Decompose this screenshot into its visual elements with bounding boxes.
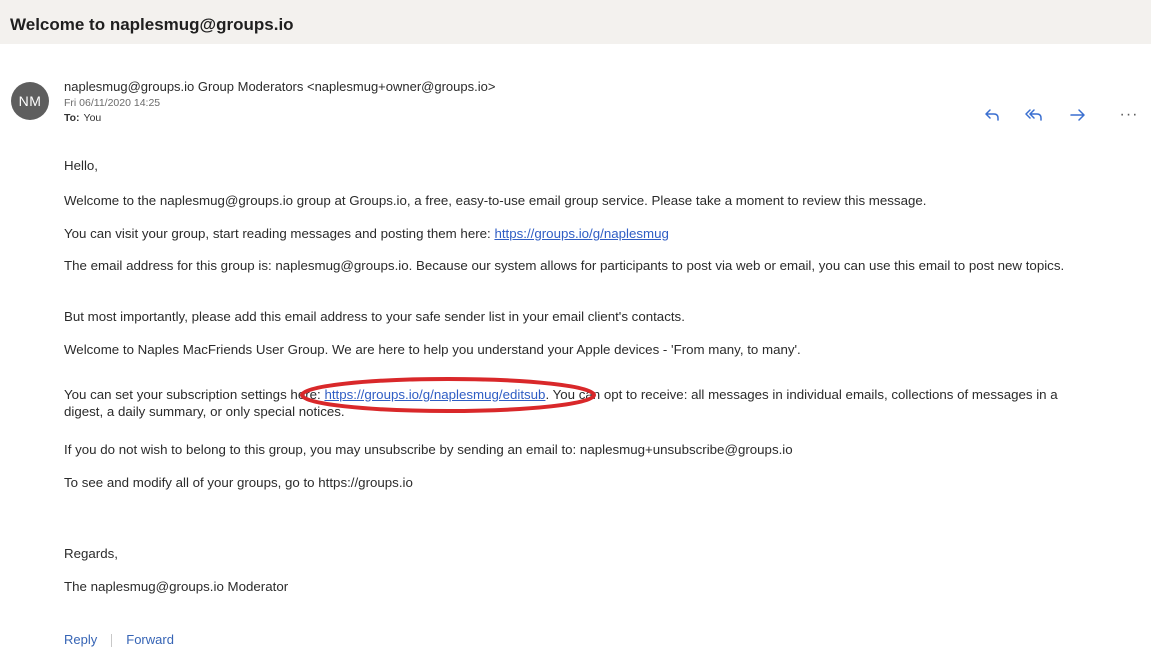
visit-group-text: You can visit your group, start reading … bbox=[64, 226, 495, 241]
reply-icon[interactable] bbox=[981, 104, 1003, 126]
avatar: NM bbox=[11, 82, 49, 120]
group-link[interactable]: https://groups.io/g/naplesmug bbox=[494, 226, 668, 241]
unsubscribe-paragraph: If you do not wish to belong to this gro… bbox=[64, 442, 793, 457]
email-subject: Welcome to naplesmug@groups.io bbox=[0, 0, 1151, 44]
more-icon[interactable]: ··· bbox=[1115, 104, 1143, 126]
subscription-text-before: You can set your subscription settings h… bbox=[64, 387, 325, 402]
groups-paragraph: To see and modify all of your groups, go… bbox=[64, 475, 413, 490]
group-address-paragraph: The email address for this group is: nap… bbox=[64, 258, 1065, 273]
regards: Regards, bbox=[64, 546, 118, 561]
group-welcome-paragraph: Welcome to Naples MacFriends User Group.… bbox=[64, 342, 801, 357]
editsub-link[interactable]: https://groups.io/g/naplesmug/editsub bbox=[324, 387, 545, 402]
subscription-paragraph: You can set your subscription settings h… bbox=[64, 377, 1094, 420]
signature: The naplesmug@groups.io Moderator bbox=[64, 579, 289, 594]
sender-name[interactable]: naplesmug@groups.io Group Moderators <na… bbox=[64, 79, 764, 95]
editsub-link-wrap: https://groups.io/g/naplesmug/editsub bbox=[300, 377, 597, 413]
sender-block: naplesmug@groups.io Group Moderators <na… bbox=[64, 79, 764, 125]
to-value[interactable]: You bbox=[84, 112, 102, 124]
message-actions: ··· bbox=[981, 104, 1151, 124]
greeting: Hello, bbox=[64, 158, 98, 173]
to-label: To: bbox=[64, 112, 80, 124]
reply-all-icon[interactable] bbox=[1023, 104, 1045, 126]
forward-icon[interactable] bbox=[1067, 104, 1089, 126]
visit-group-paragraph: You can visit your group, start reading … bbox=[64, 225, 1094, 242]
footer-divider bbox=[111, 634, 113, 647]
welcome-paragraph: Welcome to the naplesmug@groups.io group… bbox=[64, 193, 927, 208]
safe-sender-paragraph: But most importantly, please add this em… bbox=[64, 309, 685, 324]
sent-date: Fri 06/11/2020 14:25 bbox=[64, 97, 161, 109]
recipient-line: To: You bbox=[64, 112, 764, 125]
